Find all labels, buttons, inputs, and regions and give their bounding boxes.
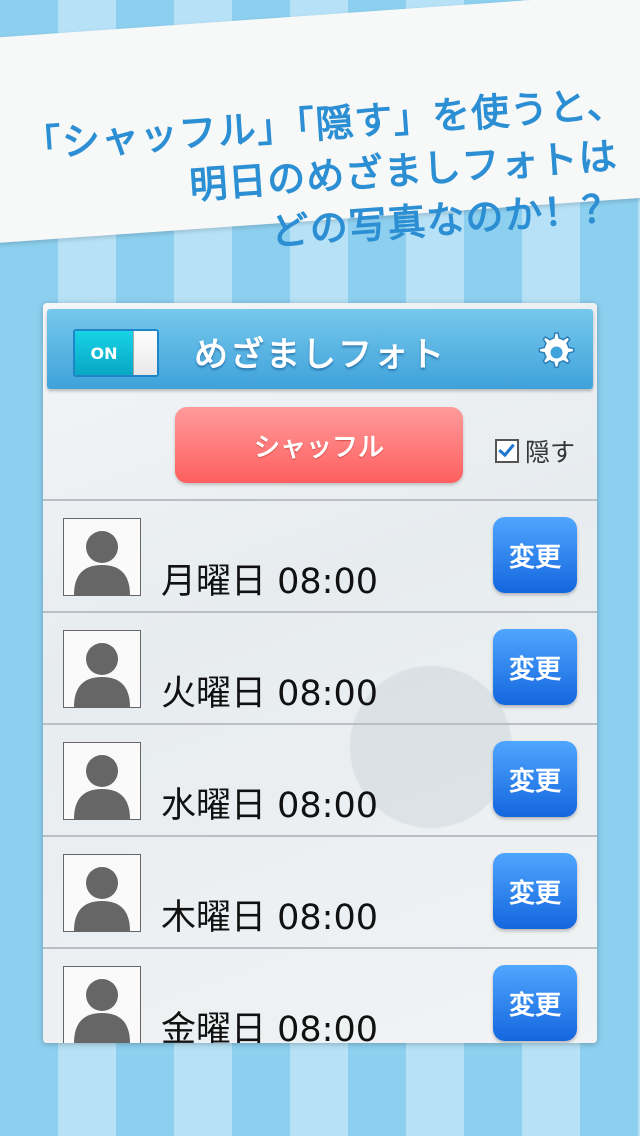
page-title: めざましフォト <box>194 335 446 375</box>
alarm-row-thu: 木曜日 08:00 変更 <box>43 835 597 947</box>
app-screen: ON めざましフォト シャッフル 隠す 月曜日 08:00 変更 火曜日 08:… <box>43 303 597 1043</box>
hide-checkbox-row[interactable]: 隠す <box>495 433 575 469</box>
alarm-label: 金曜日 08:00 <box>161 1010 378 1043</box>
person-placeholder-icon[interactable] <box>63 518 141 596</box>
alarm-label: 木曜日 08:00 <box>161 898 378 938</box>
alarm-label: 水曜日 08:00 <box>161 786 378 826</box>
person-placeholder-icon[interactable] <box>63 742 141 820</box>
change-button[interactable]: 変更 <box>493 517 577 593</box>
alarm-label: 火曜日 08:00 <box>161 674 378 714</box>
person-placeholder-icon[interactable] <box>63 630 141 708</box>
gear-icon[interactable] <box>533 329 577 373</box>
change-button[interactable]: 変更 <box>493 629 577 705</box>
person-placeholder-icon[interactable] <box>63 854 141 932</box>
change-button[interactable]: 変更 <box>493 741 577 817</box>
navigation-bar: ON めざましフォト <box>47 309 593 389</box>
change-button[interactable]: 変更 <box>493 853 577 929</box>
alarm-list: 月曜日 08:00 変更 火曜日 08:00 変更 水曜日 08:00 変更 木… <box>43 499 597 1043</box>
hide-label: 隠す <box>525 438 576 467</box>
alarm-row-mon: 月曜日 08:00 変更 <box>43 499 597 611</box>
alarm-label: 月曜日 08:00 <box>161 562 378 602</box>
hide-checkbox[interactable] <box>495 439 519 463</box>
person-placeholder-icon[interactable] <box>63 966 141 1043</box>
alarm-row-wed: 水曜日 08:00 変更 <box>43 723 597 835</box>
shuffle-button[interactable]: シャッフル <box>175 407 463 483</box>
alarm-row-tue: 火曜日 08:00 変更 <box>43 611 597 723</box>
change-button[interactable]: 変更 <box>493 965 577 1041</box>
alarm-row-fri: 金曜日 08:00 変更 <box>43 947 597 1043</box>
